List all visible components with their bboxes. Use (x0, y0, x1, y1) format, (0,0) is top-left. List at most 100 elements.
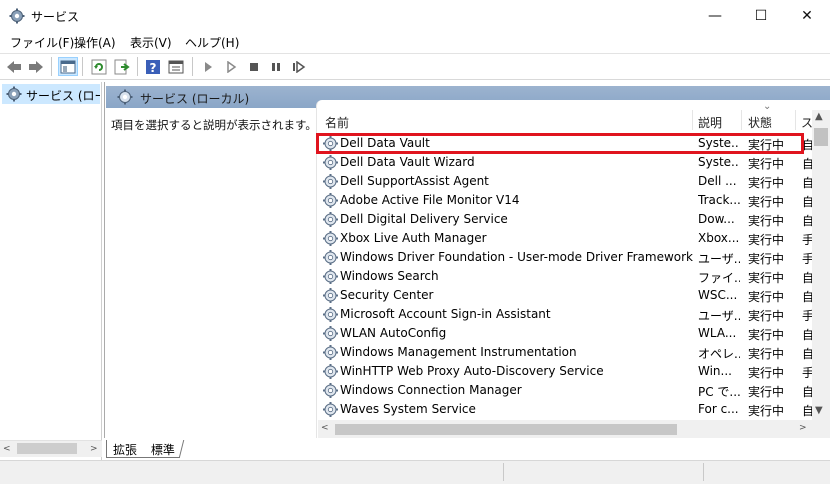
minimize-button[interactable]: — (692, 0, 738, 31)
service-row[interactable]: Windows Connection Manager PC で... 実行中 自 (318, 381, 812, 400)
service-row[interactable]: Windows Search ファイ... 実行中 自 (318, 267, 812, 286)
start-service-icon[interactable] (198, 57, 218, 76)
view-tab-bar (104, 438, 830, 460)
stop-service-icon[interactable] (244, 57, 264, 76)
service-row[interactable]: Windows Management Instrumentation オペレ...… (318, 343, 812, 362)
pause-service-icon[interactable] (266, 57, 286, 76)
service-name: Dell Digital Delivery Service (340, 212, 508, 226)
scroll-left-icon[interactable]: < (3, 444, 11, 454)
toolbar-separator (192, 57, 193, 76)
scroll-right-icon[interactable]: > (799, 423, 807, 433)
service-gear-icon (323, 193, 338, 208)
service-name: Waves System Service (340, 402, 476, 416)
service-status: 実行中 (748, 328, 785, 342)
column-header-name[interactable]: 名前 (325, 114, 349, 131)
scroll-left-icon[interactable]: < (321, 423, 329, 433)
service-row[interactable]: WinHTTP Web Proxy Auto-Discovery Service… (318, 362, 812, 381)
menu-view[interactable]: 表示(V) (130, 34, 172, 51)
service-name: Dell SupportAssist Agent (340, 174, 489, 188)
service-status: 実行中 (748, 214, 785, 228)
restart-service-icon[interactable] (289, 57, 309, 76)
pane-header-title: サービス (ローカル) (140, 92, 250, 106)
service-startup-type: 自 (802, 347, 812, 361)
service-name: Xbox Live Auth Manager (340, 231, 487, 245)
horizontal-scroll-thumb[interactable] (335, 424, 677, 435)
service-startup-type: 自 (802, 214, 812, 228)
service-description: Win... (698, 364, 732, 378)
vertical-scrollbar[interactable] (812, 110, 830, 420)
menu-action[interactable]: 操作(A) (74, 34, 116, 51)
column-header-status[interactable]: 状態 (748, 114, 772, 131)
service-startup-type: 手 (802, 233, 812, 247)
service-row[interactable]: Windows Driver Foundation - User-mode Dr… (318, 248, 812, 267)
column-separator[interactable] (741, 110, 742, 130)
service-row[interactable]: Dell Data Vault Wizard Syste... 実行中 自 (318, 153, 812, 172)
highlight-annotation-box (316, 133, 804, 154)
service-startup-type: 自 (802, 271, 812, 285)
show-hide-tree-icon[interactable] (58, 57, 78, 76)
service-startup-type: 自 (802, 385, 812, 399)
service-name: Windows Search (340, 269, 439, 283)
column-header-description[interactable]: 説明 (698, 114, 722, 131)
maximize-button[interactable]: ☐ (738, 0, 784, 31)
tab-extended[interactable]: 拡張 (106, 440, 144, 458)
service-startup-type: 自 (802, 176, 812, 190)
service-gear-icon (323, 231, 338, 246)
vertical-scroll-thumb[interactable] (814, 128, 828, 146)
service-row[interactable]: Waves System Service For c... 実行中 自 (318, 400, 812, 419)
service-description: ファイ... (698, 271, 740, 285)
service-description: PC で... (698, 385, 740, 399)
service-startup-type: 手 (802, 366, 812, 380)
menu-file[interactable]: ファイル(F) (10, 34, 74, 51)
service-name: Windows Connection Manager (340, 383, 522, 397)
refresh-icon[interactable] (89, 57, 109, 76)
service-row[interactable]: Xbox Live Auth Manager Xbox... 実行中 手 (318, 229, 812, 248)
close-button[interactable]: ✕ (784, 0, 830, 31)
tree-item-label: サービス (ローカル (26, 89, 100, 103)
column-separator[interactable] (692, 110, 693, 130)
service-row[interactable]: Adobe Active File Monitor V14 Track... 実行中… (318, 191, 812, 210)
scroll-down-icon[interactable]: ▼ (815, 405, 823, 416)
sort-indicator-icon: ⌄ (763, 101, 772, 112)
service-status: 実行中 (748, 195, 785, 209)
service-row[interactable]: Microsoft Account Sign-in Assistant ユーザ..… (318, 305, 812, 324)
service-startup-type: 自 (802, 195, 812, 209)
back-icon[interactable] (4, 57, 24, 76)
scroll-up-icon[interactable]: ▲ (815, 111, 823, 122)
service-name: WinHTTP Web Proxy Auto-Discovery Service (340, 364, 604, 378)
status-bar (0, 460, 830, 484)
scroll-right-icon[interactable]: > (90, 444, 98, 454)
service-startup-type: 自 (802, 290, 812, 304)
service-status: 実行中 (748, 176, 785, 190)
service-name: Dell Data Vault Wizard (340, 155, 475, 169)
export-list-icon[interactable] (112, 57, 132, 76)
service-description: Dell ... (698, 174, 737, 188)
service-row[interactable]: WLAN AutoConfig WLA... 実行中 自 (318, 324, 812, 343)
service-startup-type: 手 (802, 309, 812, 323)
menu-help[interactable]: ヘルプ(H) (185, 34, 239, 51)
start-service-alt-icon[interactable] (221, 57, 241, 76)
forward-icon[interactable] (26, 57, 46, 76)
service-row[interactable]: Dell SupportAssist Agent Dell ... 実行中 自 (318, 172, 812, 191)
service-description: Track... (698, 193, 740, 207)
service-row[interactable]: Security Center WSC... 実行中 自 (318, 286, 812, 305)
service-description: WLA... (698, 326, 737, 340)
service-gear-icon (323, 383, 338, 398)
service-name: Windows Management Instrumentation (340, 345, 577, 359)
status-bar-separator (703, 463, 704, 481)
toolbar-separator (82, 57, 83, 76)
tab-standard[interactable]: 標準 (142, 440, 185, 458)
tree-scroll-thumb[interactable] (17, 443, 77, 454)
service-description: オペレ... (698, 347, 740, 361)
service-startup-type: 自 (802, 328, 812, 342)
service-description: Xbox... (698, 231, 740, 245)
service-name: Windows Driver Foundation - User-mode Dr… (340, 250, 693, 264)
service-row[interactable]: Dell Digital Delivery Service Dow... 実行中 自 (318, 210, 812, 229)
service-gear-icon (323, 250, 338, 265)
column-separator[interactable] (795, 110, 796, 130)
services-gear-icon (117, 89, 133, 105)
help-icon[interactable]: ? (143, 57, 163, 76)
service-gear-icon (323, 326, 338, 341)
properties-icon[interactable] (166, 57, 186, 76)
service-status: 実行中 (748, 309, 785, 323)
